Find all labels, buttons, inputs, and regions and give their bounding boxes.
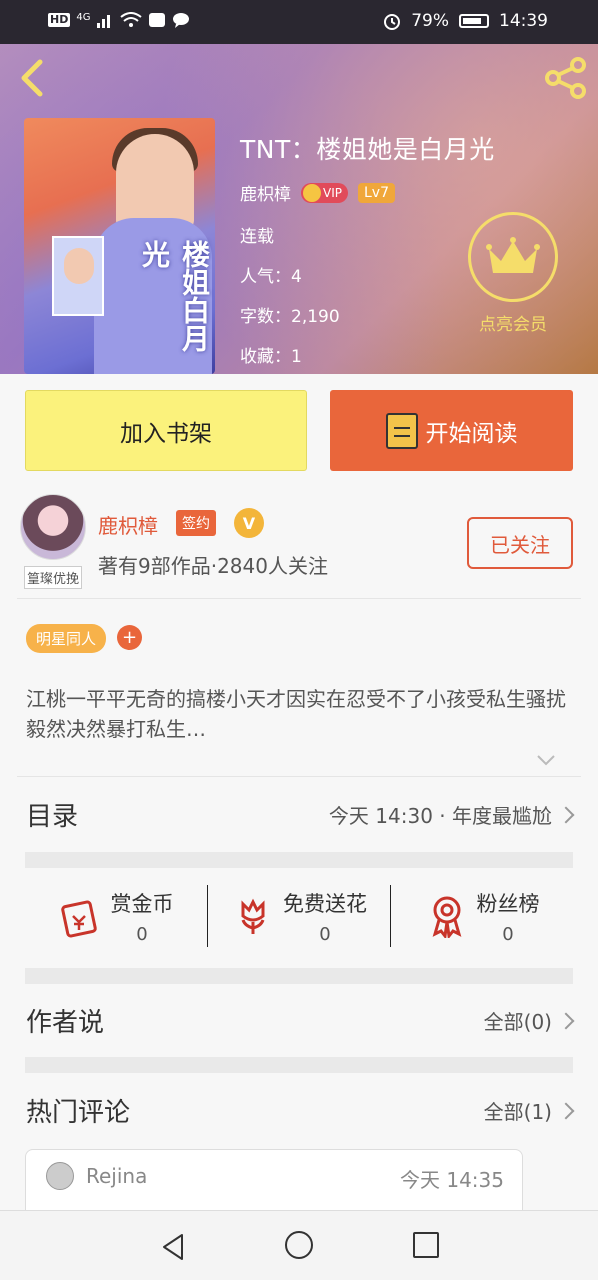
author-says-title: 作者说 — [26, 1008, 105, 1038]
commenter-name[interactable]: Rejina — [86, 1164, 147, 1188]
level-badge: Lv7 — [357, 182, 395, 203]
hd-icon: HD — [48, 13, 71, 27]
author-says-row[interactable]: 作者说 全部(0) — [26, 1002, 575, 1039]
vip-crown-icon — [303, 183, 321, 202]
divider — [17, 776, 581, 777]
battery-percent: 79% — [411, 11, 449, 31]
book-favorites: 收藏：1 — [240, 347, 302, 367]
nav-recents-icon[interactable] — [413, 1232, 439, 1258]
author-says-all: 全部(0) — [483, 1010, 552, 1034]
divider — [17, 598, 581, 599]
avatar-tag: 篁璨优挽 — [24, 566, 83, 589]
wifi-icon — [120, 12, 143, 27]
book-cover[interactable]: 楼姐白月光 — [24, 118, 215, 374]
status-right: 79% 14:39 — [383, 11, 548, 31]
support-actions: 赏金币 0 免费送花 0 粉丝榜 0 — [25, 880, 573, 952]
alarm-icon — [384, 14, 401, 30]
chevron-right-icon — [557, 806, 575, 823]
author-stats: 著有9部作品·2840人关注 — [98, 554, 328, 578]
red-envelope-icon — [60, 900, 97, 938]
status-bar: HD 4G 79% 14:39 — [0, 0, 598, 44]
start-reading-button[interactable]: 开始阅读 — [330, 390, 573, 471]
start-reading-label: 开始阅读 — [425, 420, 518, 447]
verified-icon: V — [234, 508, 264, 538]
follow-button[interactable]: 已关注 — [467, 517, 573, 569]
book-word-count: 字数：2,190 — [240, 307, 340, 327]
genre-tag[interactable]: 明星同人 — [26, 624, 107, 653]
author-avatar[interactable] — [20, 494, 86, 560]
crown-icon — [468, 212, 558, 302]
hot-comments-row[interactable]: 热门评论 全部(1) — [26, 1092, 575, 1129]
cover-inset-photo — [52, 236, 104, 316]
hot-comments-title: 热门评论 — [26, 1098, 131, 1128]
toc-row[interactable]: 目录 今天 14:30 · 年度最尴尬 — [26, 796, 575, 833]
book-icon — [385, 412, 418, 449]
reward-coins-button[interactable]: 赏金币 0 — [25, 880, 207, 952]
share-icon[interactable] — [544, 56, 588, 100]
add-to-shelf-button[interactable]: 加入书架 — [25, 390, 307, 471]
commenter-avatar[interactable] — [46, 1162, 74, 1190]
author-name[interactable]: 鹿枳樟 — [98, 510, 158, 539]
book-status: 连载 — [240, 227, 274, 247]
back-icon[interactable] — [14, 58, 50, 98]
status-left-icons: HD 4G — [48, 12, 190, 28]
latest-chapter: 今天 14:30 · 年度最尴尬 — [328, 804, 552, 828]
synopsis[interactable]: 江桃一平平无奇的搞楼小天才因实在忍受不了小孩受私生骚扰毅然决然暴打私生… — [26, 684, 566, 744]
network-type: 4G — [76, 12, 91, 23]
book-author[interactable]: 鹿枳樟 — [240, 180, 291, 205]
vip-badge: VIP — [301, 182, 348, 203]
battery-icon — [459, 14, 489, 28]
nav-back-icon[interactable] — [160, 1233, 186, 1261]
app-notification-icon — [149, 13, 166, 27]
clock: 14:39 — [499, 11, 548, 31]
book-header: 楼姐白月光 TNT：楼姐她是白月光 鹿枳樟 VIP Lv7 连载 人气：4 字数… — [0, 44, 598, 374]
cover-art-face — [116, 134, 194, 230]
fan-ranking-button[interactable]: 粉丝榜 0 — [391, 880, 573, 952]
toc-title: 目录 — [26, 802, 79, 832]
send-flower-button[interactable]: 免费送花 0 — [208, 880, 390, 952]
section-separator — [25, 852, 573, 868]
member-label: 点亮会员 — [479, 315, 547, 335]
author-row: 鹿枳樟 VIP Lv7 — [240, 180, 395, 205]
book-popularity: 人气：4 — [240, 267, 302, 287]
system-nav-bar — [0, 1210, 598, 1280]
section-separator — [25, 968, 573, 984]
expand-chevron-icon[interactable] — [534, 750, 558, 770]
chevron-right-icon — [557, 1012, 575, 1029]
signed-badge: 签约 — [176, 510, 216, 536]
book-title: TNT：楼姐她是白月光 — [240, 135, 495, 164]
section-separator — [25, 1057, 573, 1073]
medal-icon — [432, 896, 461, 938]
cover-title: 楼姐白月光 — [138, 240, 211, 352]
member-button[interactable]: 点亮会员 — [466, 212, 560, 335]
add-tag-icon[interactable]: + — [117, 625, 142, 650]
comment-time: 今天 14:35 — [400, 1168, 504, 1192]
message-icon — [173, 13, 190, 28]
hot-comments-all: 全部(1) — [483, 1100, 552, 1124]
flower-icon — [241, 898, 265, 934]
chevron-right-icon — [557, 1102, 575, 1119]
nav-home-icon[interactable] — [285, 1231, 313, 1259]
signal-icon — [97, 15, 111, 28]
